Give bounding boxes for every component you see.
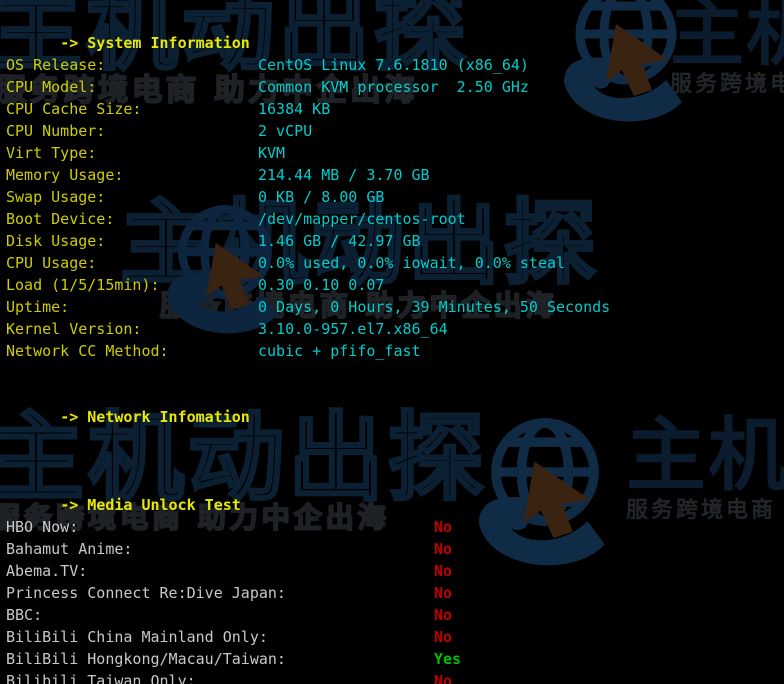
info-label: Uptime: bbox=[6, 298, 70, 316]
info-label: CPU Usage: bbox=[6, 254, 97, 272]
info-value: 0.30 0.10 0.07 bbox=[258, 276, 385, 294]
system-info-list: OS Release: CentOS Linux 7.6.1810 (x86_64… bbox=[6, 54, 784, 362]
info-label: Swap Usage: bbox=[6, 188, 106, 206]
media-result: No bbox=[434, 562, 453, 580]
media-row: Bilibili Taiwan Only: No bbox=[6, 670, 784, 684]
info-row: Swap Usage: 0 KB / 8.00 GB bbox=[6, 186, 784, 208]
info-label: CPU Cache Size: bbox=[6, 100, 142, 118]
media-label: BiliBili Hongkong/Macau/Taiwan: bbox=[6, 650, 286, 668]
info-row: Network CC Method: cubic + pfifo_fast bbox=[6, 340, 784, 362]
info-row: Kernel Version: 3.10.0-957.el7.x86_64 bbox=[6, 318, 784, 340]
info-value: 16384 KB bbox=[258, 100, 331, 118]
media-label: Princess Connect Re:Dive Japan: bbox=[6, 584, 286, 602]
media-result: No bbox=[434, 672, 453, 684]
media-label: Bahamut Anime: bbox=[6, 540, 133, 558]
media-row: BiliBili Hongkong/Macau/Taiwan: Yes bbox=[6, 648, 784, 670]
info-row: Boot Device: /dev/mapper/centos-root bbox=[6, 208, 784, 230]
info-row: Disk Usage: 1.46 GB / 42.97 GB bbox=[6, 230, 784, 252]
media-result: Yes bbox=[434, 650, 462, 668]
info-value: 3.10.0-957.el7.x86_64 bbox=[258, 320, 448, 338]
media-row: BBC: No bbox=[6, 604, 784, 626]
media-row: Bahamut Anime: No bbox=[6, 538, 784, 560]
info-label: Boot Device: bbox=[6, 210, 115, 228]
info-value: 0 Days, 0 Hours, 39 Minutes, 50 Seconds bbox=[258, 298, 611, 316]
info-value: Common KVM processor 2.50 GHz bbox=[258, 78, 529, 96]
info-row: CPU Model: Common KVM processor 2.50 GHz bbox=[6, 76, 784, 98]
media-row: Abema.TV: No bbox=[6, 560, 784, 582]
info-row: CPU Usage: 0.0% used, 0.0% iowait, 0.0% s… bbox=[6, 252, 784, 274]
media-unlock-list: HBO Now: No Bahamut Anime: No Abema.TV: No … bbox=[6, 516, 784, 684]
media-label: Abema.TV: bbox=[6, 562, 88, 580]
media-result: No bbox=[434, 584, 453, 602]
section-header-system-text: -> System Information bbox=[60, 34, 250, 52]
media-label: BiliBili China Mainland Only: bbox=[6, 628, 268, 646]
info-value: KVM bbox=[258, 144, 286, 162]
info-label: Kernel Version: bbox=[6, 320, 142, 338]
info-label: CPU Model: bbox=[6, 78, 97, 96]
info-value: 214.44 MB / 3.70 GB bbox=[258, 166, 430, 184]
media-row: HBO Now: No bbox=[6, 516, 784, 538]
info-row: Uptime: 0 Days, 0 Hours, 39 Minutes, 50 S… bbox=[6, 296, 784, 318]
info-label: Virt Type: bbox=[6, 144, 97, 162]
media-label: Bilibili Taiwan Only: bbox=[6, 672, 196, 684]
info-label: CPU Number: bbox=[6, 122, 106, 140]
media-row: BiliBili China Mainland Only: No bbox=[6, 626, 784, 648]
media-result: No bbox=[434, 540, 453, 558]
info-label: Memory Usage: bbox=[6, 166, 124, 184]
media-label: HBO Now: bbox=[6, 518, 79, 536]
info-row: Memory Usage: 214.44 MB / 3.70 GB bbox=[6, 164, 784, 186]
info-row: CPU Cache Size: 16384 KB bbox=[6, 98, 784, 120]
section-header-media-text: -> Media Unlock Test bbox=[60, 496, 241, 514]
terminal-output: -> System Information OS Release: CentOS … bbox=[0, 0, 784, 684]
info-row: CPU Number: 2 vCPU bbox=[6, 120, 784, 142]
info-label: Disk Usage: bbox=[6, 232, 106, 250]
info-row: Virt Type: KVM bbox=[6, 142, 784, 164]
media-row: Princess Connect Re:Dive Japan: No bbox=[6, 582, 784, 604]
info-value: cubic + pfifo_fast bbox=[258, 342, 421, 360]
info-value: /dev/mapper/centos-root bbox=[258, 210, 466, 228]
section-header-media: -> Media Unlock Test bbox=[6, 472, 784, 514]
media-result: No bbox=[434, 518, 453, 536]
info-value: 1.46 GB / 42.97 GB bbox=[258, 232, 421, 250]
section-header-network: -> Network Infomation bbox=[6, 384, 784, 426]
info-label: OS Release: bbox=[6, 56, 106, 74]
media-label: BBC: bbox=[6, 606, 43, 624]
info-value: 2 vCPU bbox=[258, 122, 313, 140]
info-value: 0.0% used, 0.0% iowait, 0.0% steal bbox=[258, 254, 566, 272]
info-row: Load (1/5/15min): 0.30 0.10 0.07 bbox=[6, 274, 784, 296]
info-value: CentOS Linux 7.6.1810 (x86_64) bbox=[258, 56, 529, 74]
info-value: 0 KB / 8.00 GB bbox=[258, 188, 385, 206]
info-label: Load (1/5/15min): bbox=[6, 276, 160, 294]
info-label: Network CC Method: bbox=[6, 342, 169, 360]
media-result: No bbox=[434, 628, 453, 646]
media-result: No bbox=[434, 606, 453, 624]
section-header-network-text: -> Network Infomation bbox=[60, 408, 250, 426]
info-row: OS Release: CentOS Linux 7.6.1810 (x86_64… bbox=[6, 54, 784, 76]
terminal-window: 主机动出探 服务跨境电商 助力中企出海 主机动出探 服务跨境电商 助力中企出海 … bbox=[0, 0, 784, 684]
section-header-system: -> System Information bbox=[6, 10, 784, 52]
